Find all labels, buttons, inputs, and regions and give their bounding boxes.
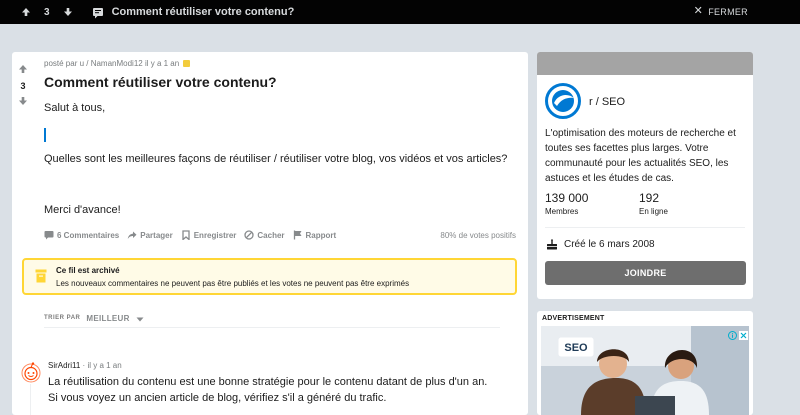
community-description: L'optimisation des moteurs de recherche … [545, 128, 736, 184]
hide-label: Cacher [257, 230, 285, 240]
created-text: Créé le 6 mars 2008 [564, 239, 655, 250]
comments-label: 6 Commentaires [57, 230, 120, 240]
post-author-time[interactable]: posté par u / NamanModi12 il y a 1 an [44, 59, 179, 68]
advertisement-card: ADVERTISEMENT SEO [537, 311, 753, 415]
divider [44, 327, 500, 328]
ad-image[interactable]: SEO [541, 326, 749, 415]
archived-title: Ce fil est archivé [56, 266, 120, 275]
created-date: Créé le 6 mars 2008 [546, 239, 655, 250]
comment-author[interactable]: SirAdri11 [48, 361, 80, 370]
thread-line[interactable] [30, 384, 31, 415]
online-label: En ligne [639, 207, 668, 216]
sort-value: MEILLEUR [86, 313, 130, 323]
community-banner [537, 52, 753, 75]
community-name[interactable]: r / SEO [589, 96, 625, 108]
share-label: Partager [140, 230, 173, 240]
archived-notice: Ce fil est archivé Les nouveaux commenta… [22, 258, 517, 295]
post-meta: posté par u / NamanModi12 il y a 1 an [44, 59, 191, 68]
community-sidebar: r / SEO L'optimisation des moteurs de re… [537, 52, 753, 299]
sort-label: TRIER PAR [44, 315, 81, 321]
top-bar-post-title: Comment réutiliser votre contenu? [111, 6, 295, 18]
vote-count: 3 [44, 6, 50, 18]
report-button[interactable]: Rapport [293, 230, 337, 240]
post-vote-count: 3 [20, 81, 26, 91]
post-top-bar: 3 Comment réutiliser votre contenu? ✕ FE… [0, 0, 800, 24]
archive-icon [35, 269, 47, 288]
post-text-icon [92, 6, 104, 19]
bookmark-icon [182, 230, 190, 240]
chevron-down-icon [136, 309, 144, 327]
upvote-arrow-icon[interactable] [18, 61, 28, 79]
community-logo[interactable] [545, 83, 581, 119]
downvote-arrow-icon[interactable] [18, 93, 28, 111]
share-icon [128, 231, 137, 239]
upvote-ratio: 80% de votes positifs [440, 231, 516, 240]
post-title: Comment réutiliser votre contenu? [44, 74, 277, 90]
vote-column: 3 [12, 52, 34, 111]
archived-text: Les nouveaux commentaires ne peuvent pas… [56, 279, 410, 288]
ad-close-icon[interactable] [739, 327, 748, 340]
post-body-thanks: Merci d'avance! [44, 204, 121, 216]
ad-image-text: SEO [564, 342, 588, 354]
join-button[interactable]: JOINDRE [545, 261, 746, 285]
comment-time: il y a 1 an [87, 361, 122, 370]
close-label: FERMER [708, 6, 748, 17]
ad-label: ADVERTISEMENT [542, 315, 605, 322]
post-body-greeting: Salut à tous, [44, 102, 106, 114]
flag-icon [293, 230, 302, 240]
divider [545, 227, 745, 228]
close-button[interactable]: ✕ FERMER [694, 6, 748, 17]
text-cursor [44, 128, 46, 142]
online-count: 192 [639, 191, 660, 205]
post-actions: 6 Commentaires Partager Enregistrer Cach… [44, 230, 344, 240]
report-label: Rapport [305, 230, 337, 240]
post-body-question: Quelles sont les meilleures façons de ré… [44, 153, 508, 165]
hide-icon [244, 230, 255, 240]
downvote-arrow-icon[interactable] [62, 6, 74, 18]
ad-info-icon[interactable] [728, 327, 737, 340]
cake-icon [547, 239, 557, 250]
hide-button[interactable]: Cacher [244, 230, 285, 240]
upvote-arrow-icon[interactable] [20, 6, 32, 18]
comments-button[interactable]: 6 Commentaires [44, 230, 119, 240]
comment-text: La réutilisation du contenu est une bonn… [48, 376, 488, 404]
close-icon: ✕ [693, 5, 704, 17]
members-label: Membres [545, 207, 579, 216]
avatar[interactable] [20, 361, 42, 383]
post-card: 3 posté par u / NamanModi12 il y a 1 an … [12, 52, 528, 415]
award-icon [183, 60, 191, 67]
members-count: 139 000 [545, 191, 589, 205]
comment-icon [44, 231, 54, 240]
save-button[interactable]: Enregistrer [181, 230, 237, 240]
comment-meta: SirAdri11 · il y a 1 an [48, 361, 122, 370]
sort-control[interactable]: TRIER PAR MEILLEUR [44, 309, 144, 327]
save-label: Enregistrer [193, 230, 237, 240]
share-button[interactable]: Partager [127, 230, 173, 240]
